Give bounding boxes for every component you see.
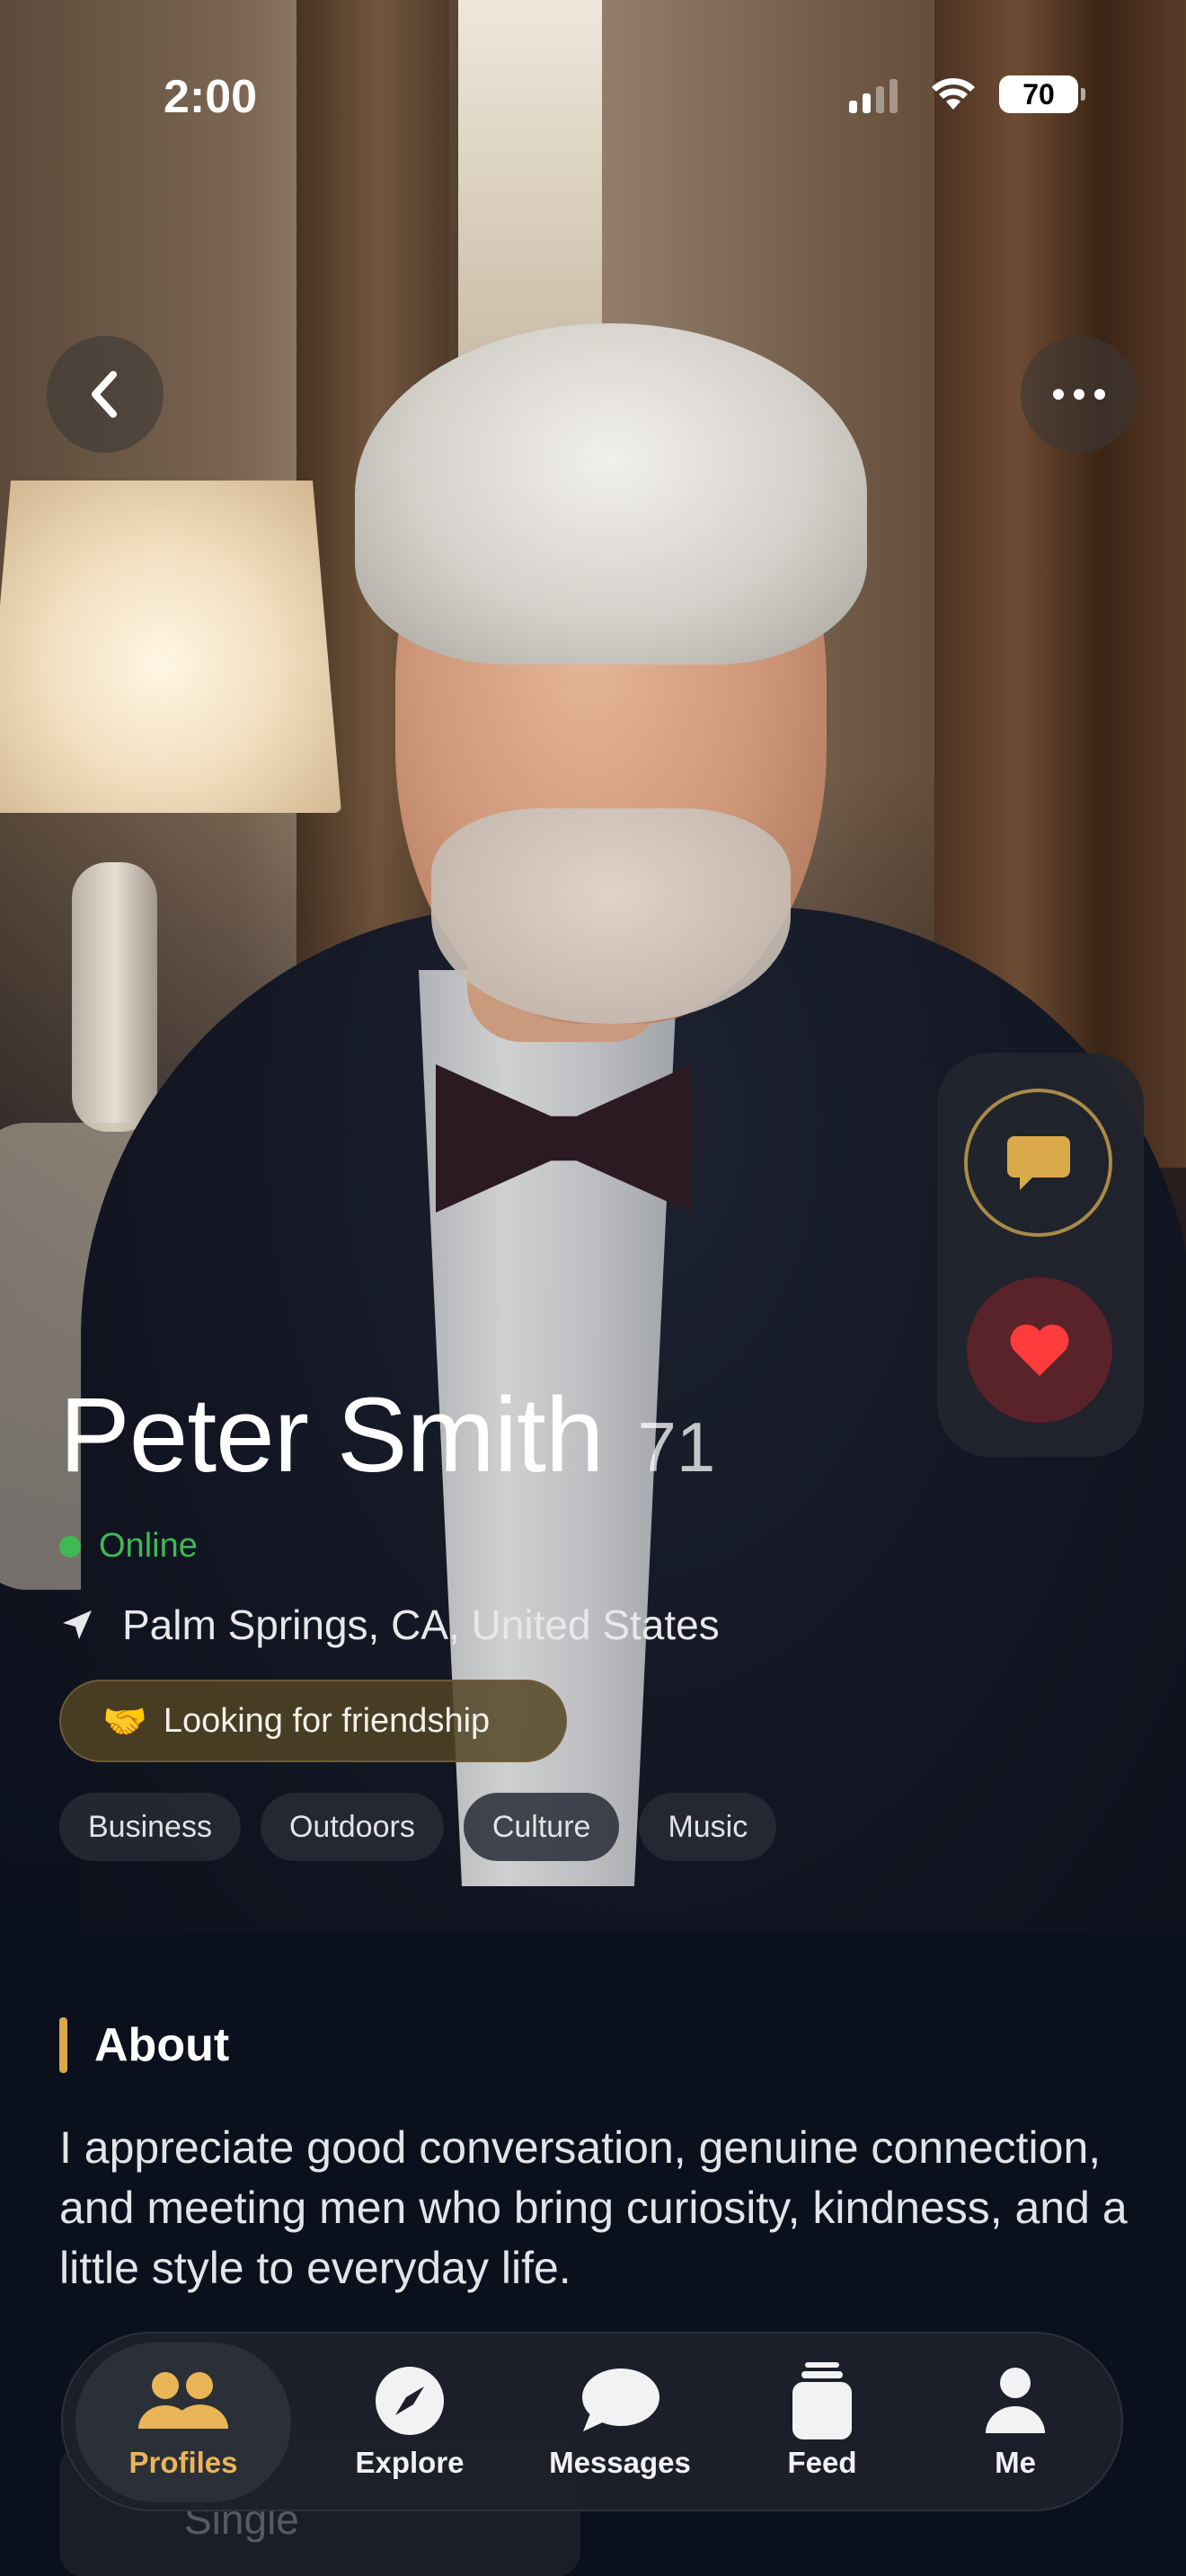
compass-icon: [360, 2365, 459, 2437]
location-label: Palm Springs, CA, United States: [122, 1601, 720, 1648]
location-arrow-icon: [63, 1610, 92, 1639]
tab-label: Feed: [787, 2446, 857, 2479]
back-button[interactable]: [47, 336, 164, 453]
lamp-base: [72, 862, 157, 1132]
interest-tags: Business Outdoors Culture Music: [59, 1793, 777, 1861]
battery-indicator: 70: [999, 75, 1085, 113]
online-status-label: Online: [99, 1527, 198, 1565]
hair: [355, 323, 867, 665]
heart-icon: [1010, 1324, 1069, 1376]
chat-bubble-icon: [1006, 1135, 1070, 1190]
tab-label: Profiles: [128, 2446, 238, 2479]
beard: [431, 808, 791, 1024]
background-window: [449, 0, 602, 377]
chat-bubble-icon: [571, 2365, 669, 2437]
tab-me[interactable]: Me: [934, 2342, 1096, 2502]
like-button[interactable]: [967, 1277, 1112, 1423]
more-options-button[interactable]: [1021, 336, 1137, 453]
profile-header: Peter Smith 71: [59, 1374, 715, 1496]
ellipsis-icon: [1053, 389, 1105, 400]
tab-feed[interactable]: Feed: [741, 2342, 903, 2502]
online-dot-icon: [59, 1535, 81, 1557]
tag-music: Music: [639, 1793, 777, 1861]
tag-outdoors: Outdoors: [260, 1793, 444, 1861]
bottom-tab-bar: Profiles Explore Messages Feed Me: [61, 2332, 1123, 2511]
about-text: I appreciate good conversation, genuine …: [59, 2122, 1128, 2293]
tab-label: Messages: [549, 2446, 691, 2479]
intent-badge: 🤝 Looking for friendship: [59, 1680, 567, 1762]
tag-business: Business: [59, 1793, 241, 1861]
people-icon: [134, 2365, 233, 2437]
about-section-header: About: [59, 2017, 229, 2073]
tab-label: Me: [995, 2446, 1036, 2479]
tab-profiles[interactable]: Profiles: [75, 2342, 291, 2502]
tab-messages[interactable]: Messages: [512, 2342, 728, 2502]
tag-culture: Culture: [463, 1793, 620, 1861]
lamp-shade: [0, 481, 341, 813]
tab-label: Explore: [355, 2446, 465, 2479]
message-button[interactable]: [964, 1089, 1112, 1237]
person-icon: [966, 2365, 1065, 2437]
intent-label: Looking for friendship: [163, 1701, 491, 1740]
profile-location: Palm Springs, CA, United States: [59, 1601, 720, 1649]
status-time: 2:00: [164, 71, 258, 123]
about-title: About: [94, 2019, 230, 2071]
profile-age: 71: [637, 1407, 716, 1486]
cellular-signal-icon: [849, 79, 898, 113]
tab-explore[interactable]: Explore: [320, 2342, 500, 2502]
handshake-icon: 🤝: [102, 1701, 147, 1742]
feed-jar-icon: [773, 2362, 872, 2439]
profile-action-panel: [937, 1053, 1144, 1457]
profile-name: Peter Smith: [59, 1376, 604, 1495]
online-status: Online: [59, 1527, 198, 1566]
section-accent-bar: [59, 2017, 67, 2073]
wifi-icon: [932, 78, 975, 110]
chevron-left-icon: [92, 371, 117, 418]
